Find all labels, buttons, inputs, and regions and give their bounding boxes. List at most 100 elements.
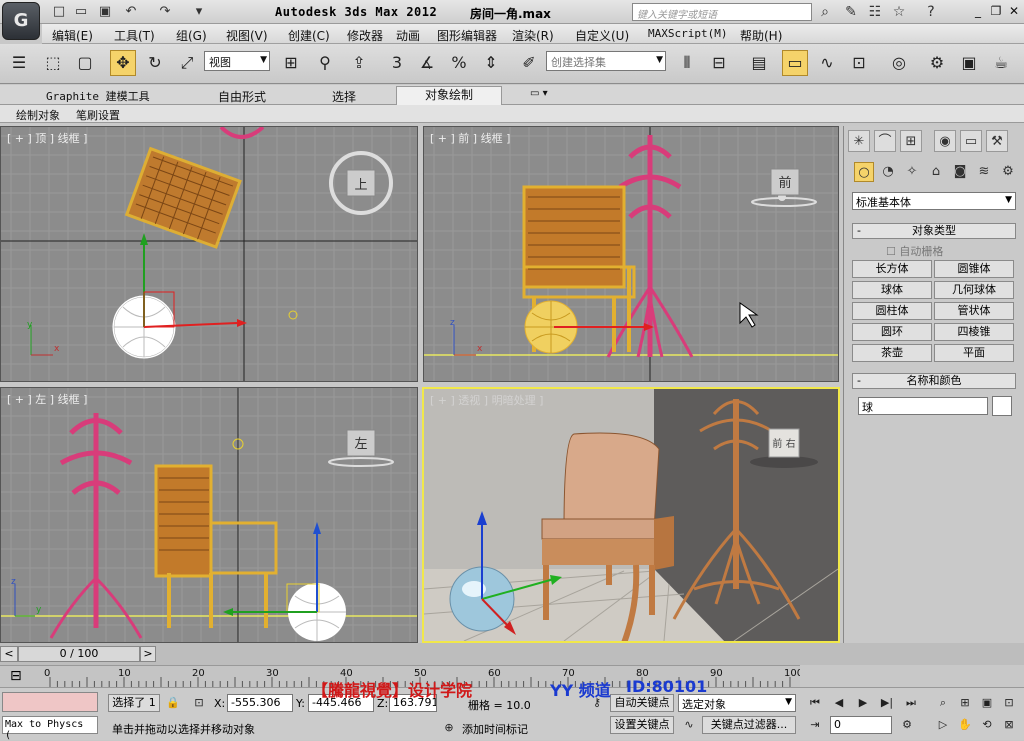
sub-brush-settings[interactable]: 笔刷设置 [76, 107, 120, 123]
time-config-icon[interactable]: ⚙ [898, 716, 916, 734]
select-region-icon[interactable]: ▢ [72, 50, 98, 76]
systems-icon[interactable]: ⚙ [998, 162, 1018, 182]
zoom-extents-all-icon[interactable]: ⊡ [1000, 694, 1018, 712]
auto-grid-checkbox[interactable]: ☐ 自动栅格 [886, 243, 943, 259]
object-type-rollout[interactable]: - 对象类型 [852, 223, 1016, 239]
viewcube-front-label[interactable]: 前 [778, 175, 791, 191]
maxscript-listener[interactable] [2, 692, 98, 712]
modify-tab-icon[interactable]: ⌒ [874, 130, 896, 152]
lights-icon[interactable]: ✧ [902, 162, 922, 182]
torus-button[interactable]: 圆环 [852, 323, 932, 341]
menu-tools[interactable]: 工具(T) [114, 27, 155, 44]
minimize-icon[interactable]: _ [970, 3, 986, 19]
geosphere-button[interactable]: 几何球体 [934, 281, 1014, 299]
curve-editor-icon[interactable]: ∿ [814, 50, 840, 76]
help-icon[interactable]: ? [922, 3, 940, 21]
create-tab-icon[interactable]: ✳ [848, 130, 870, 152]
key-filters-button[interactable]: 关键点过滤器... [702, 716, 796, 734]
redo-icon[interactable]: ↷ [156, 4, 174, 20]
viewport-left-label[interactable]: [ + ] 左 ] 线框 ] [7, 391, 87, 407]
sub-paint-objects[interactable]: 绘制对象 [16, 107, 60, 123]
viewport-left[interactable]: 左 z y [ + ] 左 ] 线框 ] [0, 387, 418, 643]
menu-help[interactable]: 帮助(H) [740, 27, 782, 44]
geometry-icon[interactable]: ○ [854, 162, 874, 182]
menu-animation[interactable]: 动画 [396, 27, 420, 44]
pyramid-button[interactable]: 四棱锥 [934, 323, 1014, 341]
viewcube-top-label[interactable]: 上 [354, 178, 367, 193]
align-icon[interactable]: ⊟ [706, 50, 732, 76]
viewport-perspective[interactable]: 前 右 [ + ] 透视 ] 明暗处理 ] [422, 387, 840, 643]
mirror-icon[interactable]: ⫴ [674, 50, 700, 76]
viewport-front-label[interactable]: [ + ] 前 ] 线框 ] [430, 130, 510, 146]
orbit-icon[interactable]: ⟲ [978, 716, 996, 734]
close-icon[interactable]: ✕ [1006, 3, 1022, 19]
named-selection-dropdown[interactable]: 创建选择集 ▼ [546, 51, 666, 71]
render-frame-icon[interactable]: ▣ [956, 50, 982, 76]
spacewarps-icon[interactable]: ≋ [974, 162, 994, 182]
viewport-persp-label[interactable]: [ + ] 透视 ] 明暗处理 ] [430, 392, 543, 408]
cylinder-button[interactable]: 圆柱体 [852, 302, 932, 320]
object-name-input[interactable]: 球 [858, 397, 988, 415]
zoom-all-icon[interactable]: ⊞ [956, 694, 974, 712]
set-key-button[interactable]: 设置关键点 [610, 716, 674, 734]
select-scale-icon[interactable]: ⤢ [174, 50, 200, 76]
ribbon-options-icon[interactable]: ▭ ▾ [530, 88, 548, 99]
new-file-icon[interactable]: □ [50, 4, 68, 20]
tab-selection[interactable]: 选择 [332, 88, 356, 105]
viewcube-persp-label[interactable]: 前 右 [772, 437, 795, 450]
favorites-icon[interactable]: ☆ [890, 3, 908, 21]
add-time-tag[interactable]: 添加时间标记 [462, 721, 528, 737]
qa-dropdown-icon[interactable]: ▾ [190, 4, 208, 20]
search-input[interactable]: 键入关键字或短语 [632, 3, 812, 21]
current-frame-input[interactable]: 0 [830, 716, 892, 734]
time-prev-button[interactable]: < [0, 646, 18, 662]
object-color-swatch[interactable] [992, 396, 1012, 416]
layer-manager-icon[interactable]: ▤ [746, 50, 772, 76]
menu-customize[interactable]: 自定义(U) [575, 27, 629, 44]
box-button[interactable]: 长方体 [852, 260, 932, 278]
absolute-mode-icon[interactable]: ⊡ [190, 694, 208, 712]
open-folder-icon[interactable]: ▭ [72, 4, 90, 20]
category-dropdown[interactable]: 标准基本体 ▼ [852, 192, 1016, 210]
menu-graph-editors[interactable]: 图形编辑器 [437, 27, 497, 44]
time-slider[interactable]: 0 / 100 [18, 646, 140, 662]
edit-named-selection-icon[interactable]: ✐ [516, 50, 542, 76]
auto-key-button[interactable]: 自动关键点 [610, 694, 674, 712]
tab-freeform[interactable]: 自由形式 [218, 88, 266, 105]
communication-icon[interactable]: ☷ [866, 3, 884, 21]
plane-button[interactable]: 平面 [934, 344, 1014, 362]
menu-edit[interactable]: 编辑(E) [52, 27, 93, 44]
tab-graphite[interactable]: Graphite 建模工具 [46, 88, 150, 104]
teapot-button[interactable]: 茶壶 [852, 344, 932, 362]
key-mode-dropdown[interactable]: 选定对象 ▼ [678, 694, 796, 712]
tube-button[interactable]: 管状体 [934, 302, 1014, 320]
select-rotate-icon[interactable]: ↻ [142, 50, 168, 76]
menu-rendering[interactable]: 渲染(R) [512, 27, 554, 44]
display-tab-icon[interactable]: ▭ [960, 130, 982, 152]
prev-frame-icon[interactable]: ◀ [830, 694, 848, 712]
app-logo[interactable]: G [2, 2, 40, 40]
manipulate-icon[interactable]: ⚲ [312, 50, 338, 76]
select-move-icon[interactable]: ✥ [110, 50, 136, 76]
x-coordinate-input[interactable]: -555.306 [227, 694, 293, 712]
next-frame-icon[interactable]: ▶| [878, 694, 896, 712]
fov-icon[interactable]: ▷ [934, 716, 952, 734]
ref-coord-dropdown[interactable]: 视图 ▼ [204, 51, 270, 71]
save-icon[interactable]: ▣ [96, 4, 114, 20]
viewcube-left-label[interactable]: 左 [354, 437, 367, 452]
cameras-icon[interactable]: ⌂ [926, 162, 946, 182]
lock-selection-icon[interactable]: 🔒 [164, 694, 182, 712]
subscription-icon[interactable]: ✎ [842, 3, 860, 21]
key-tangent-icon[interactable]: ∿ [680, 716, 698, 734]
material-editor-icon[interactable]: ◎ [886, 50, 912, 76]
maximize-viewport-icon[interactable]: ⊠ [1000, 716, 1018, 734]
zoom-icon[interactable]: ⌕ [934, 694, 952, 712]
undo-icon[interactable]: ↶ [122, 4, 140, 20]
pan-icon[interactable]: ✋ [956, 716, 974, 734]
snap-toggle-icon[interactable]: 3 [384, 50, 410, 76]
tab-object-paint[interactable]: 对象绘制 [396, 86, 503, 105]
pivot-center-icon[interactable]: ⊞ [278, 50, 304, 76]
graphite-toggle-icon[interactable]: ▭ [782, 50, 808, 76]
goto-start-icon[interactable]: ⏮ [806, 694, 824, 712]
render-icon[interactable]: ☕ [988, 50, 1014, 76]
